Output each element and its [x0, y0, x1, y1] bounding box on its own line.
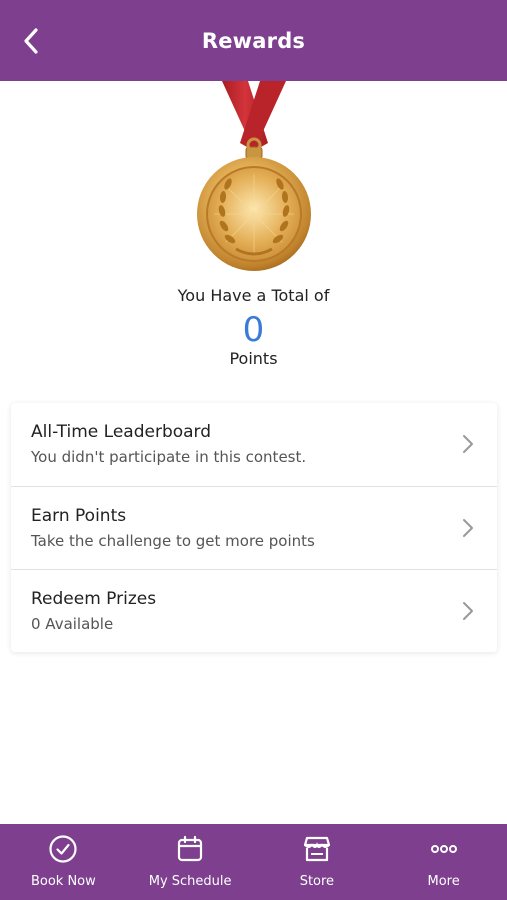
back-button[interactable] [14, 24, 48, 58]
bottom-tab-bar: Book Now My Schedule Store More [0, 824, 507, 900]
tab-book-now[interactable]: Book Now [0, 824, 127, 900]
chevron-right-icon [463, 435, 473, 453]
chevron-right-icon [463, 602, 473, 620]
menu-item-subtitle: You didn't participate in this contest. [31, 448, 307, 466]
check-circle-icon [48, 834, 78, 864]
menu-item-title: All-Time Leaderboard [31, 422, 212, 442]
menu-item-earn-points[interactable]: Earn Points Take the challenge to get mo… [11, 486, 497, 569]
tab-label: My Schedule [148, 874, 232, 889]
top-app-bar: Rewards [0, 0, 507, 81]
chevron-right-icon [463, 519, 473, 537]
points-unit-label: Points [229, 349, 278, 368]
page-title: Rewards [201, 28, 306, 53]
menu-item-subtitle: 0 Available [31, 615, 114, 633]
calendar-icon [175, 834, 205, 864]
points-total-label: You Have a Total of [177, 286, 330, 305]
more-dots-icon [429, 834, 459, 864]
tab-label: Store [299, 874, 335, 889]
tab-more[interactable]: More [380, 824, 507, 900]
tab-store[interactable]: Store [254, 824, 381, 900]
gold-medal-icon [186, 81, 322, 277]
chevron-left-icon [24, 28, 38, 54]
tab-my-schedule[interactable]: My Schedule [127, 824, 254, 900]
store-icon [302, 834, 332, 864]
rewards-menu-card: All-Time Leaderboard You didn't particip… [11, 403, 497, 652]
menu-item-leaderboard[interactable]: All-Time Leaderboard You didn't particip… [11, 403, 497, 486]
points-value: 0 [242, 310, 265, 350]
menu-item-subtitle: Take the challenge to get more points [31, 532, 315, 550]
tab-label: More [427, 874, 460, 889]
menu-item-title: Redeem Prizes [31, 589, 157, 609]
menu-item-redeem-prizes[interactable]: Redeem Prizes 0 Available [11, 569, 497, 652]
menu-item-title: Earn Points [31, 506, 127, 526]
tab-label: Book Now [30, 874, 96, 889]
